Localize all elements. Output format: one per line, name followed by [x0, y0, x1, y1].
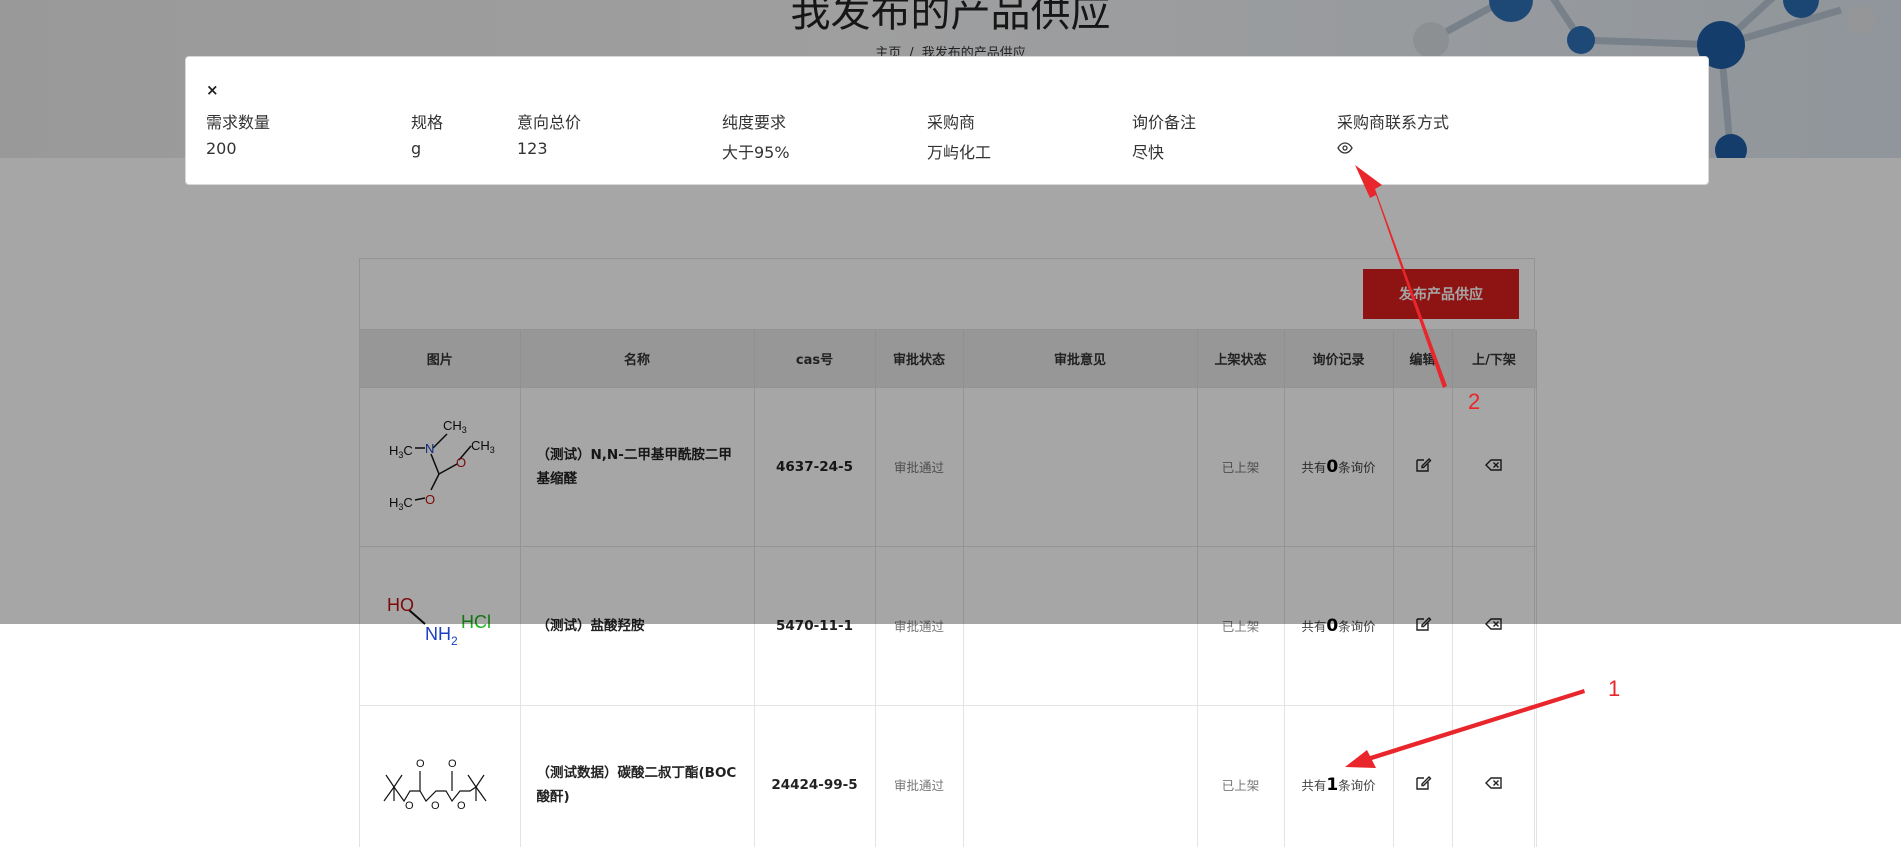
inquiry-count[interactable]: 1 [1326, 775, 1338, 795]
detail-label: 采购商联系方式 [1337, 113, 1450, 132]
detail-value: 大于95% [722, 143, 790, 162]
shelf-status: 已上架 [1197, 704, 1285, 847]
detail-value: 123 [517, 139, 548, 158]
detail-value: 200 [206, 139, 237, 158]
detail-label: 意向总价 [517, 113, 582, 132]
approval-status: 审批通过 [875, 704, 964, 847]
toggle-cell [1452, 704, 1537, 847]
detail-label: 纯度要求 [722, 113, 787, 132]
detail-value: 万屿化工 [927, 143, 992, 162]
close-button[interactable]: × [206, 81, 219, 99]
inquiry-suffix: 条询价 [1338, 777, 1376, 793]
detail-remark: 询价备注 尽快 [1132, 109, 1196, 163]
svg-text:O: O [416, 758, 425, 770]
annotation-label-2: 2 [1468, 389, 1481, 414]
structure-image: O O O O O [383, 758, 487, 812]
detail-label: 需求数量 [206, 113, 271, 132]
edit-cell [1393, 704, 1453, 847]
svg-text:NH2: NH2 [425, 624, 458, 648]
detail-purity: 纯度要求 大于95% [722, 109, 790, 163]
product-name: （测试数据）碳酸二叔丁酯(BOC酸酐) [520, 704, 755, 847]
svg-text:O: O [457, 800, 466, 812]
eye-icon[interactable] [1337, 142, 1353, 154]
product-cas: 24424-99-5 [754, 704, 876, 847]
detail-label: 询价备注 [1132, 113, 1197, 132]
inquiry-prefix: 共有 [1301, 777, 1327, 793]
svg-text:O: O [405, 800, 414, 812]
detail-value [1337, 139, 1449, 158]
unshelve-icon[interactable] [1485, 774, 1503, 792]
detail-spec: 规格 g [411, 109, 443, 158]
detail-quantity: 需求数量 200 [206, 109, 270, 158]
approval-opinion [963, 704, 1198, 847]
detail-label: 规格 [411, 113, 444, 132]
detail-total-price: 意向总价 123 [517, 109, 581, 158]
inquiry-record[interactable]: 共有1条询价 [1284, 704, 1394, 847]
detail-value: g [411, 139, 422, 158]
detail-buyer-contact: 采购商联系方式 [1337, 109, 1449, 158]
annotation-label-1: 1 [1608, 676, 1621, 701]
svg-text:O: O [431, 800, 440, 812]
detail-label: 采购商 [927, 113, 976, 132]
product-image: O O O O O [360, 704, 521, 847]
detail-buyer: 采购商 万屿化工 [927, 109, 991, 163]
edit-icon[interactable] [1414, 774, 1432, 792]
svg-text:O: O [448, 758, 457, 770]
inquiry-detail-modal: × 需求数量 200 规格 g 意向总价 123 纯度要求 大于95% 采购商 … [185, 56, 1709, 185]
table-row: O O O O O （测试数据）碳酸二叔丁酯(BOC酸酐) 24424-99-5 审批… [360, 704, 1537, 847]
detail-value: 尽快 [1132, 143, 1165, 162]
